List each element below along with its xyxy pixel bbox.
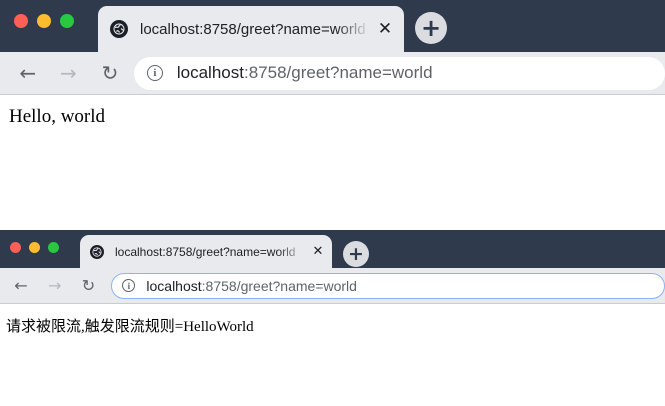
title-bar: localhost:8758/greet?name=world ✕ + [0,0,665,52]
minimize-window-button[interactable] [37,14,51,28]
browser-window-1: localhost:8758/greet?name=world ✕ + ← → … [0,0,665,135]
new-tab-button[interactable]: + [343,241,369,267]
tab-title: localhost:8758/greet?name=world [115,244,296,259]
window-controls [14,14,74,28]
toolbar: ← → ↻ i localhost:8758/greet?name=world [0,268,665,304]
browser-tab[interactable]: localhost:8758/greet?name=world ✕ [98,6,404,52]
url-text[interactable]: localhost:8758/greet?name=world [177,63,433,83]
globe-icon [110,20,128,38]
site-info-icon[interactable]: i [146,65,163,81]
close-window-button[interactable] [14,14,28,28]
address-bar[interactable]: i localhost:8758/greet?name=world [111,272,665,299]
url-host: localhost [146,277,202,294]
url-text[interactable]: localhost:8758/greet?name=world [146,278,357,294]
minimize-window-button[interactable] [29,242,40,253]
window-controls [10,242,59,253]
url-path: :8758/greet?name=world [243,63,433,82]
url-host: localhost [176,63,244,82]
address-bar[interactable]: i localhost:8758/greet?name=world [133,56,665,90]
screenshot-root: localhost:8758/greet?name=world ✕ + ← → … [0,0,665,406]
page-text: Hello, world [9,106,106,127]
page-text: 请求被限流,触发限流规则=HelloWorld [6,319,254,335]
reload-button[interactable]: ↻ [99,61,121,85]
forward-button[interactable]: → [46,276,64,295]
url-path: :8758/greet?name=world [201,277,357,294]
close-tab-icon[interactable]: ✕ [370,19,400,39]
zoom-window-button[interactable] [60,14,74,28]
toolbar: ← → ↻ i localhost:8758/greet?name=world [0,52,665,95]
browser-tab[interactable]: localhost:8758/greet?name=world ✕ [80,235,332,268]
tab-title: localhost:8758/greet?name=world [140,20,366,38]
page-content: Hello, world [0,95,665,128]
page-content: 请求被限流,触发限流规则=HelloWorld [0,304,665,336]
back-button[interactable]: ← [17,61,39,85]
close-tab-icon[interactable]: ✕ [306,244,330,259]
browser-window-2: localhost:8758/greet?name=world ✕ + ← → … [0,230,665,350]
new-tab-button[interactable]: + [415,12,447,44]
back-button[interactable]: ← [12,276,30,295]
globe-icon [90,244,104,259]
site-info-icon[interactable]: i [122,279,136,292]
close-window-button[interactable] [10,242,21,253]
zoom-window-button[interactable] [48,242,59,253]
forward-button[interactable]: → [58,61,80,85]
reload-button[interactable]: ↻ [80,276,98,295]
title-bar: localhost:8758/greet?name=world ✕ + [0,230,665,268]
